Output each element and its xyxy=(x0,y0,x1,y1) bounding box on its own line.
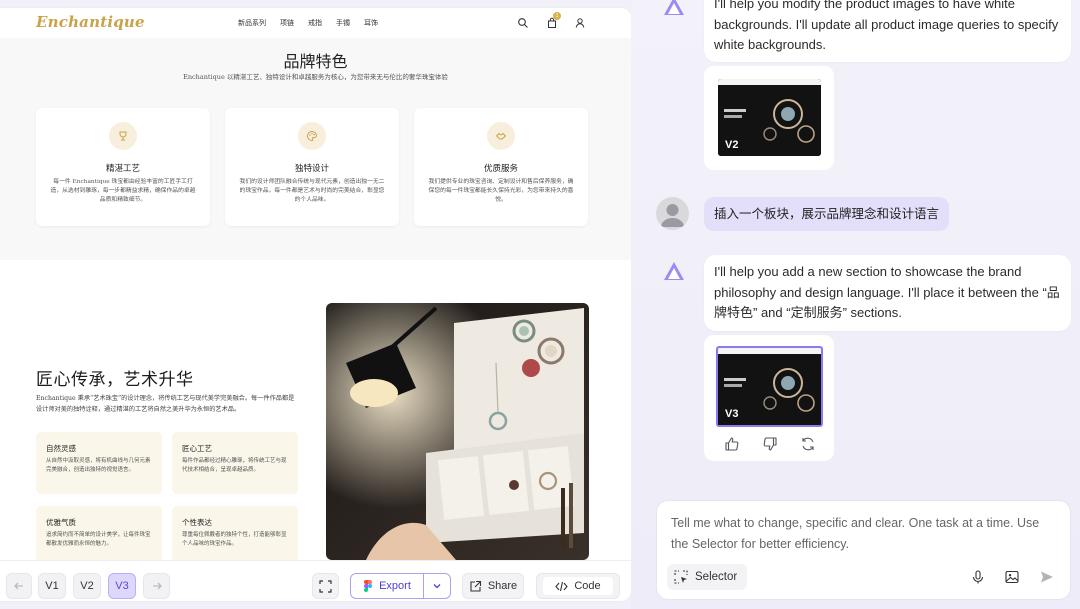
figma-icon xyxy=(364,580,373,592)
assistant-message-2: I'll help you add a new section to showc… xyxy=(714,264,1060,321)
code-label: Code xyxy=(574,580,601,592)
handshake-icon xyxy=(487,122,515,150)
version-thumbnail-v3: V3 xyxy=(716,346,823,427)
undo-button[interactable] xyxy=(6,573,32,599)
selector-button[interactable]: Selector xyxy=(667,564,748,590)
cart-count-badge: 1 xyxy=(553,12,561,20)
feature-card-service: 优质服务 我们提供专业的珠宝咨询、定制设计和售后保养服务，确保您的每一件珠宝都能… xyxy=(414,108,588,226)
craft-section-desc: Enchantique 秉承“艺术珠宝”的设计理念，将传统工艺与现代美学完美融合… xyxy=(36,395,295,413)
share-icon xyxy=(470,580,481,592)
code-button[interactable]: Code xyxy=(536,573,620,599)
craft-philosophy-section: 匠心传承，艺术升华 Enchantique 秉承“艺术珠宝”的设计理念，将传统工… xyxy=(0,260,631,568)
fullscreen-icon xyxy=(319,579,332,593)
feature-title: 精湛工艺 xyxy=(105,164,140,174)
user-avatar xyxy=(656,197,689,230)
thumbs-up-icon[interactable] xyxy=(724,436,740,452)
craft-card-title: 优雅气质 xyxy=(46,518,76,527)
craft-card-elegance: 优雅气质 追求简约而不简单的设计美学，让每件珠宝都散发优雅而永恒的魅力。 xyxy=(36,506,162,568)
preview-panel: Enchantique 新品系列 项链 戒指 手镯 耳饰 1 品牌特色 Ench… xyxy=(0,8,631,601)
site-navbar: Enchantique 新品系列 项链 戒指 手镯 耳饰 1 xyxy=(0,8,631,38)
nav-link-necklace[interactable]: 项链 xyxy=(280,18,294,28)
assistant-avatar-icon xyxy=(664,262,684,280)
jewelry-workshop-image xyxy=(326,303,589,560)
feature-title: 优质服务 xyxy=(483,164,518,174)
trophy-icon xyxy=(109,122,137,150)
image-upload-icon[interactable] xyxy=(1004,569,1020,585)
feature-desc: 我们提供专业的珠宝咨询、定制设计和售后保养服务，确保您的每一件珠宝都能长久保持光… xyxy=(428,179,574,204)
preview-toolbar: V1 V2 V3 Export Share Code xyxy=(0,560,631,601)
palette-icon xyxy=(298,122,326,150)
craft-section-title: 匠心传承，艺术升华 xyxy=(36,370,194,390)
site-logo[interactable]: Enchantique xyxy=(36,13,145,31)
user-silhouette-icon xyxy=(661,204,684,227)
feature-desc: 我们的设计师团队融合传统与现代元素，创造出独一无二的珠宝作品，每一件都是艺术与时… xyxy=(239,179,385,204)
nav-link-new[interactable]: 新品系列 xyxy=(238,18,266,28)
user-message: 插入一个板块，展示品牌理念和设计语言 xyxy=(704,197,950,231)
brand-features-section: 品牌特色 Enchantique 以精湛工艺、独特设计和卓越服务为核心，为您带来… xyxy=(0,38,631,260)
craft-card-desc: 从自然中汲取灵感，将有机曲线与几何元素完美融合，创造出独特的视觉语言。 xyxy=(46,458,151,473)
code-icon xyxy=(555,581,569,591)
craft-card-desc: 每件作品都经过精心雕琢，将传统工艺与现代技术相结合，呈现卓越品质。 xyxy=(182,458,287,473)
share-label: Share xyxy=(487,580,518,592)
export-options-button[interactable] xyxy=(423,573,451,599)
craft-card-title: 个性表达 xyxy=(182,518,212,527)
assistant-message-1: I'll help you modify the product images … xyxy=(714,0,1059,53)
version-v2-button[interactable]: V2 xyxy=(73,573,101,599)
craft-card-personality: 个性表达 尊重每位佩戴者的独特个性，打造能够彰显个人品味的珠宝作品。 xyxy=(172,506,298,568)
search-icon[interactable] xyxy=(517,17,529,29)
fullscreen-button[interactable] xyxy=(312,573,339,599)
feature-card-design: 独特设计 我们的设计师团队融合传统与现代元素，创造出独一无二的珠宝作品，每一件都… xyxy=(225,108,399,226)
regenerate-icon[interactable] xyxy=(800,436,816,452)
selector-label: Selector xyxy=(695,571,738,583)
composer-placeholder[interactable]: Tell me what to change, specific and cle… xyxy=(671,513,1051,555)
export-button[interactable]: Export xyxy=(350,573,424,599)
microphone-icon[interactable] xyxy=(970,569,986,585)
site-nav-links: 新品系列 项链 戒指 手镯 耳饰 xyxy=(238,18,378,28)
feature-card-craft: 精湛工艺 每一件 Enchantique 珠宝都由经验丰富的工匠手工打造，从选材… xyxy=(36,108,210,226)
nav-link-ring[interactable]: 戒指 xyxy=(308,18,322,28)
user-icon[interactable] xyxy=(574,17,586,29)
craft-card-craftsmanship: 匠心工艺 每件作品都经过精心雕琢，将传统工艺与现代技术相结合，呈现卓越品质。 xyxy=(172,432,298,494)
craft-card-title: 匠心工艺 xyxy=(182,444,212,453)
feature-title: 独特设计 xyxy=(294,164,329,174)
arrow-right-icon xyxy=(152,582,162,590)
craft-card-desc: 尊重每位佩戴者的独特个性，打造能够彰显个人品味的珠宝作品。 xyxy=(182,532,287,547)
code-button-inner: Code xyxy=(543,577,613,595)
craft-card-title: 自然灵感 xyxy=(46,444,76,453)
export-label: Export xyxy=(379,580,411,592)
share-button[interactable]: Share xyxy=(462,573,524,599)
thumbs-down-icon[interactable] xyxy=(762,436,778,452)
chevron-down-icon xyxy=(433,584,441,589)
chat-composer[interactable]: Tell me what to change, specific and cle… xyxy=(656,500,1071,600)
version-label: V3 xyxy=(725,408,739,420)
feature-desc: 每一件 Enchantique 珠宝都由经验丰富的工匠手工打造，从选材到雕琢，每… xyxy=(50,179,196,204)
version-v3-button[interactable]: V3 xyxy=(108,573,136,599)
assistant-avatar-icon xyxy=(664,0,684,15)
craft-card-desc: 追求简约而不简单的设计美学，让每件珠宝都散发优雅而永恒的魅力。 xyxy=(46,532,151,547)
craft-card-nature: 自然灵感 从自然中汲取灵感，将有机曲线与几何元素完美融合，创造出独特的视觉语言。 xyxy=(36,432,162,494)
brand-section-subtitle: Enchantique 以精湛工艺、独特设计和卓越服务为核心，为您带来无与伦比的… xyxy=(183,73,448,81)
redo-button[interactable] xyxy=(143,573,170,599)
arrow-left-icon xyxy=(14,582,23,590)
version-label: V2 xyxy=(725,139,739,151)
version-thumbnail-card-v2[interactable]: V2 xyxy=(704,66,834,170)
nav-link-bracelet[interactable]: 手镯 xyxy=(336,18,350,28)
send-icon[interactable] xyxy=(1039,569,1055,585)
nav-link-earring[interactable]: 耳饰 xyxy=(364,18,378,28)
version-thumbnail-v2: V2 xyxy=(718,79,821,156)
selector-icon xyxy=(674,570,688,584)
version-v1-button[interactable]: V1 xyxy=(38,573,66,599)
brand-section-title: 品牌特色 xyxy=(283,52,348,71)
